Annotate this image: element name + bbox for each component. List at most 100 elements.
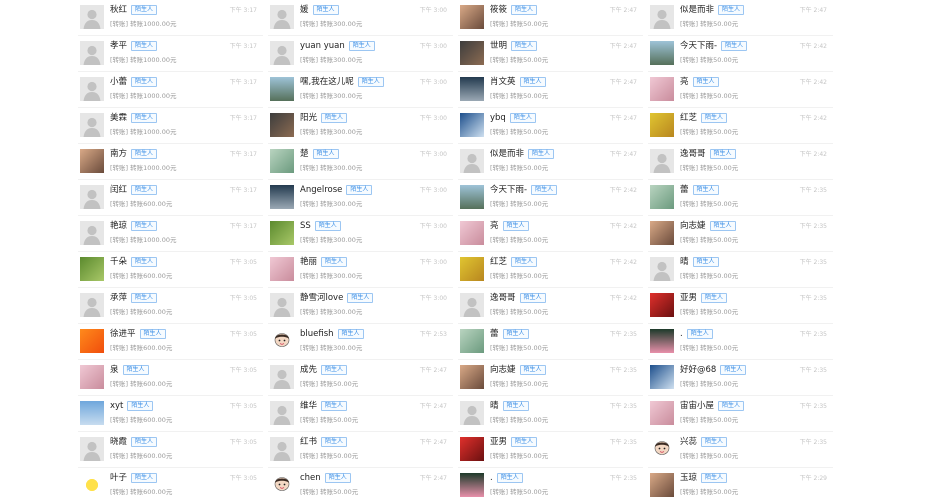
chat-list-item[interactable]: . 陌生人 [转账] 转账50.00元 下午 2:35: [648, 324, 833, 360]
chat-list-item[interactable]: . 陌生人 [转账] 转账50.00元 下午 2:35: [458, 468, 643, 500]
chat-list-item[interactable]: 向志婕 陌生人 [转账] 转账50.00元 下午 2:35: [648, 216, 833, 252]
avatar: [270, 437, 294, 461]
avatar: [650, 185, 674, 209]
chat-list-item[interactable]: 亚男 陌生人 [转账] 转账50.00元 下午 2:35: [648, 288, 833, 324]
chat-list-item[interactable]: 亮陌生人 [转账] 转账50.00元 下午 2:42: [648, 72, 833, 108]
chat-list-item[interactable]: 亚男 陌生人 [转账] 转账50.00元 下午 2:35: [458, 432, 643, 468]
chat-list-item[interactable]: 玉琼 陌生人 [转账] 转账50.00元 下午 2:29: [648, 468, 833, 500]
chat-list-item[interactable]: 艳丽 陌生人 [转账] 转账300.00元 下午 3:00: [268, 252, 453, 288]
chat-list-item[interactable]: 艳琼 陌生人 [转账] 转账1000.00元 下午 3:17: [78, 216, 263, 252]
message-timestamp: 下午 3:00: [419, 259, 447, 266]
contact-name-line: 晴陌生人: [490, 401, 529, 411]
avatar: [460, 473, 484, 497]
last-message-preview: [转账] 转账50.00元: [300, 380, 359, 388]
chat-list-item[interactable]: 蕾陌生人 [转账] 转账50.00元 下午 2:35: [648, 180, 833, 216]
message-timestamp: 下午 2:35: [799, 331, 827, 338]
chat-list-item[interactable]: 媛陌生人 [转账] 转账300.00元 下午 3:00: [268, 0, 453, 36]
chat-list-item[interactable]: bluefish 陌生人 [转账] 转账300.00元 下午 2:53: [268, 324, 453, 360]
chat-list-item[interactable]: 红书 陌生人 [转账] 转账50.00元 下午 2:47: [268, 432, 453, 468]
last-message-preview: [转账] 转账50.00元: [490, 92, 549, 100]
avatar: [460, 329, 484, 353]
chat-list-item[interactable]: 今天下雨- 陌生人 [转账] 转账50.00元 下午 2:42: [648, 36, 833, 72]
stranger-badge: 陌生人: [324, 473, 351, 483]
last-message-preview: [转账] 转账300.00元: [300, 92, 363, 100]
chat-list-item[interactable]: 承萍 陌生人 [转账] 转账600.00元 下午 3:05: [78, 288, 263, 324]
contact-name-line: 蕾陌生人: [680, 185, 719, 195]
stranger-badge: 陌生人: [718, 401, 745, 411]
chat-list-item[interactable]: 好好@68 陌生人 [转账] 转账50.00元 下午 2:35: [648, 360, 833, 396]
chat-list-item[interactable]: 向志婕 陌生人 [转账] 转账50.00元 下午 2:35: [458, 360, 643, 396]
stranger-badge: 陌生人: [721, 41, 748, 51]
chat-list-item[interactable]: 静雪河love 陌生人 [转账] 转账300.00元 下午 3:00: [268, 288, 453, 324]
chat-list-item[interactable]: 蕾陌生人 [转账] 转账50.00元 下午 2:35: [458, 324, 643, 360]
last-message-preview: [转账] 转账50.00元: [680, 128, 739, 136]
avatar: [650, 257, 674, 281]
contact-name-line: 向志婕 陌生人: [680, 221, 736, 231]
chat-list-item[interactable]: 秋红 陌生人 [转账] 转账1000.00元 下午 3:17: [78, 0, 263, 36]
message-timestamp: 下午 2:42: [609, 295, 637, 302]
chat-list-item[interactable]: 似是而非 陌生人 [转账] 转账50.00元 下午 2:47: [648, 0, 833, 36]
stranger-badge: 陌生人: [321, 113, 348, 123]
chat-list-item[interactable]: 逸哥哥 陌生人 [转账] 转账50.00元 下午 2:42: [458, 288, 643, 324]
chat-list-item[interactable]: 徐进平 陌生人 [转账] 转账600.00元 下午 3:05: [78, 324, 263, 360]
contact-name-line: 逸哥哥 陌生人: [490, 293, 546, 303]
contact-name-line: ybq 陌生人: [490, 113, 536, 123]
chat-list-item[interactable]: 宙宙小屋 陌生人 [转账] 转账50.00元 下午 2:35: [648, 396, 833, 432]
chat-list-item[interactable]: 美霖 陌生人 [转账] 转账1000.00元 下午 3:17: [78, 108, 263, 144]
chat-list-item[interactable]: 筱筱 陌生人 [转账] 转账50.00元 下午 2:47: [458, 0, 643, 36]
chat-list-item[interactable]: chen 陌生人 [转账] 转账50.00元 下午 2:47: [268, 468, 453, 500]
chat-list-item[interactable]: 肖文英 陌生人 [转账] 转账50.00元 下午 2:47: [458, 72, 643, 108]
chat-list-item[interactable]: 红芝 陌生人 [转账] 转账50.00元 下午 2:42: [458, 252, 643, 288]
last-message-preview: [转账] 转账600.00元: [110, 452, 173, 460]
chat-list-item[interactable]: 千朵 陌生人 [转账] 转账600.00元 下午 3:05: [78, 252, 263, 288]
contact-name-line: 似是而非 陌生人: [490, 149, 555, 159]
chat-list-item[interactable]: 红芝 陌生人 [转账] 转账50.00元 下午 2:42: [648, 108, 833, 144]
contact-name: 逸哥哥: [680, 149, 706, 159]
contact-name: 成先: [300, 365, 318, 375]
last-message-preview: [转账] 转账300.00元: [300, 128, 363, 136]
message-timestamp: 下午 2:35: [799, 367, 827, 374]
chat-list-item[interactable]: 楚陌生人 [转账] 转账300.00元 下午 3:00: [268, 144, 453, 180]
avatar: [460, 221, 484, 245]
chat-list-item[interactable]: 似是而非 陌生人 [转账] 转账50.00元 下午 2:47: [458, 144, 643, 180]
chat-list-item[interactable]: 南方 陌生人 [转账] 转账1000.00元 下午 3:17: [78, 144, 263, 180]
chat-list-item[interactable]: 亮陌生人 [转账] 转账50.00元 下午 2:42: [458, 216, 643, 252]
chat-list-item[interactable]: 成先 陌生人 [转账] 转账50.00元 下午 2:47: [268, 360, 453, 396]
chat-list-item[interactable]: xyt 陌生人 [转账] 转账600.00元 下午 3:05: [78, 396, 263, 432]
chat-list-item[interactable]: 泉陌生人 [转账] 转账600.00元 下午 3:05: [78, 360, 263, 396]
contact-name-line: 今天下雨- 陌生人: [680, 41, 748, 51]
message-timestamp: 下午 2:35: [799, 187, 827, 194]
last-message-preview: [转账] 转账600.00元: [110, 344, 173, 352]
chat-list-item[interactable]: Angelrose 陌生人 [转账] 转账300.00元 下午 3:00: [268, 180, 453, 216]
stranger-badge: 陌生人: [346, 185, 373, 195]
chat-list-item[interactable]: SS 陌生人 [转账] 转账300.00元 下午 3:00: [268, 216, 453, 252]
chat-list-item[interactable]: ybq 陌生人 [转账] 转账50.00元 下午 2:47: [458, 108, 643, 144]
avatar: [270, 401, 294, 425]
contact-name: 肖文英: [490, 77, 516, 87]
chat-list-item[interactable]: 小蕾 陌生人 [转账] 转账1000.00元 下午 3:17: [78, 72, 263, 108]
message-timestamp: 下午 2:35: [609, 331, 637, 338]
contact-name-line: 蕾陌生人: [490, 329, 529, 339]
chat-list-item[interactable]: 晴陌生人 [转账] 转账50.00元 下午 2:35: [458, 396, 643, 432]
chat-list-item[interactable]: yuan yuan 陌生人 [转账] 转账300.00元 下午 3:00: [268, 36, 453, 72]
contact-name: 小蕾: [110, 77, 128, 87]
stranger-badge: 陌生人: [709, 221, 736, 231]
chat-list-item[interactable]: 闰红 陌生人 [转账] 转账600.00元 下午 3:17: [78, 180, 263, 216]
avatar: [460, 113, 484, 137]
chat-list-item[interactable]: 叶子 陌生人 [转账] 转账600.00元 下午 3:05: [78, 468, 263, 500]
chat-list-item[interactable]: 世明 陌生人 [转账] 转账50.00元 下午 2:47: [458, 36, 643, 72]
avatar: [270, 221, 294, 245]
last-message-preview: [转账] 转账1000.00元: [110, 20, 177, 28]
chat-list-item[interactable]: 晴陌生人 [转账] 转账50.00元 下午 2:35: [648, 252, 833, 288]
chat-list-item[interactable]: 维华 陌生人 [转账] 转账50.00元 下午 2:47: [268, 396, 453, 432]
stranger-badge: 陌生人: [347, 293, 374, 303]
last-message-preview: [转账] 转账50.00元: [490, 308, 549, 316]
chat-list-item[interactable]: 今天下雨- 陌生人 [转账] 转账50.00元 下午 2:42: [458, 180, 643, 216]
last-message-preview: [转账] 转账300.00元: [300, 272, 363, 280]
chat-list-item[interactable]: 兴蕊 陌生人 [转账] 转账50.00元 下午 2:35: [648, 432, 833, 468]
chat-list-item[interactable]: 孝平 陌生人 [转账] 转账1000.00元 下午 3:17: [78, 36, 263, 72]
chat-list-item[interactable]: 嘿,我在这儿呢 陌生人 [转账] 转账300.00元 下午 3:00: [268, 72, 453, 108]
chat-list-item[interactable]: 阳光 陌生人 [转账] 转账300.00元 下午 3:00: [268, 108, 453, 144]
chat-list-item[interactable]: 逸哥哥 陌生人 [转账] 转账50.00元 下午 2:42: [648, 144, 833, 180]
chat-list-item[interactable]: 晓霞 陌生人 [转账] 转账600.00元 下午 3:05: [78, 432, 263, 468]
